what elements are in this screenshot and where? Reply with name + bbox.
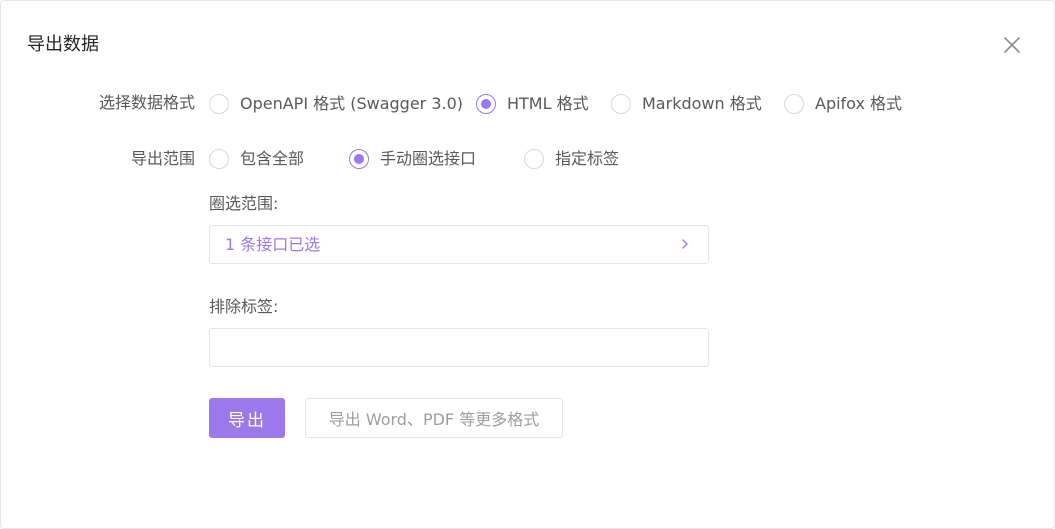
radio-circle[interactable]: [209, 94, 229, 114]
export-button[interactable]: 导出: [209, 398, 285, 438]
range-value: 1 条接口已选: [225, 235, 321, 254]
radio-label: Markdown 格式: [642, 94, 762, 113]
radio-circle[interactable]: [349, 149, 369, 169]
radio-openapi[interactable]: OpenAPI 格式 (Swagger 3.0): [209, 93, 463, 115]
chevron-right-icon: [677, 236, 693, 252]
export-data-dialog: 导出数据 选择数据格式 OpenAPI 格式 (Swagger 3.0) HTM…: [0, 0, 1055, 529]
export-more-formats-button[interactable]: 导出 Word、PDF 等更多格式: [305, 398, 563, 438]
radio-specify-tags[interactable]: 指定标签: [524, 148, 619, 170]
dialog-title: 导出数据: [27, 34, 99, 55]
radio-label: OpenAPI 格式 (Swagger 3.0): [240, 94, 464, 113]
range-label: 圈选范围:: [209, 194, 279, 213]
exclude-tags-label: 排除标签:: [209, 297, 279, 316]
radio-include-all[interactable]: 包含全部: [209, 148, 304, 170]
radio-circle[interactable]: [784, 94, 804, 114]
radio-label: HTML 格式: [507, 94, 589, 113]
radio-html[interactable]: HTML 格式: [476, 93, 589, 115]
scope-label: 导出范围: [130, 149, 195, 168]
radio-label: 包含全部: [240, 149, 305, 168]
radio-label: Apifox 格式: [815, 94, 903, 113]
close-icon[interactable]: [1000, 33, 1024, 57]
radio-circle[interactable]: [209, 149, 229, 169]
radio-circle[interactable]: [524, 149, 544, 169]
range-selector[interactable]: 1 条接口已选: [209, 225, 709, 264]
radio-manual-select[interactable]: 手动圈选接口: [349, 148, 476, 170]
radio-label: 指定标签: [555, 149, 620, 168]
radio-apifox[interactable]: Apifox 格式: [784, 93, 902, 115]
format-label: 选择数据格式: [98, 93, 195, 112]
exclude-tags-input[interactable]: [209, 328, 709, 367]
radio-label: 手动圈选接口: [380, 149, 477, 168]
radio-markdown[interactable]: Markdown 格式: [611, 93, 762, 115]
radio-circle[interactable]: [476, 94, 496, 114]
radio-circle[interactable]: [611, 94, 631, 114]
